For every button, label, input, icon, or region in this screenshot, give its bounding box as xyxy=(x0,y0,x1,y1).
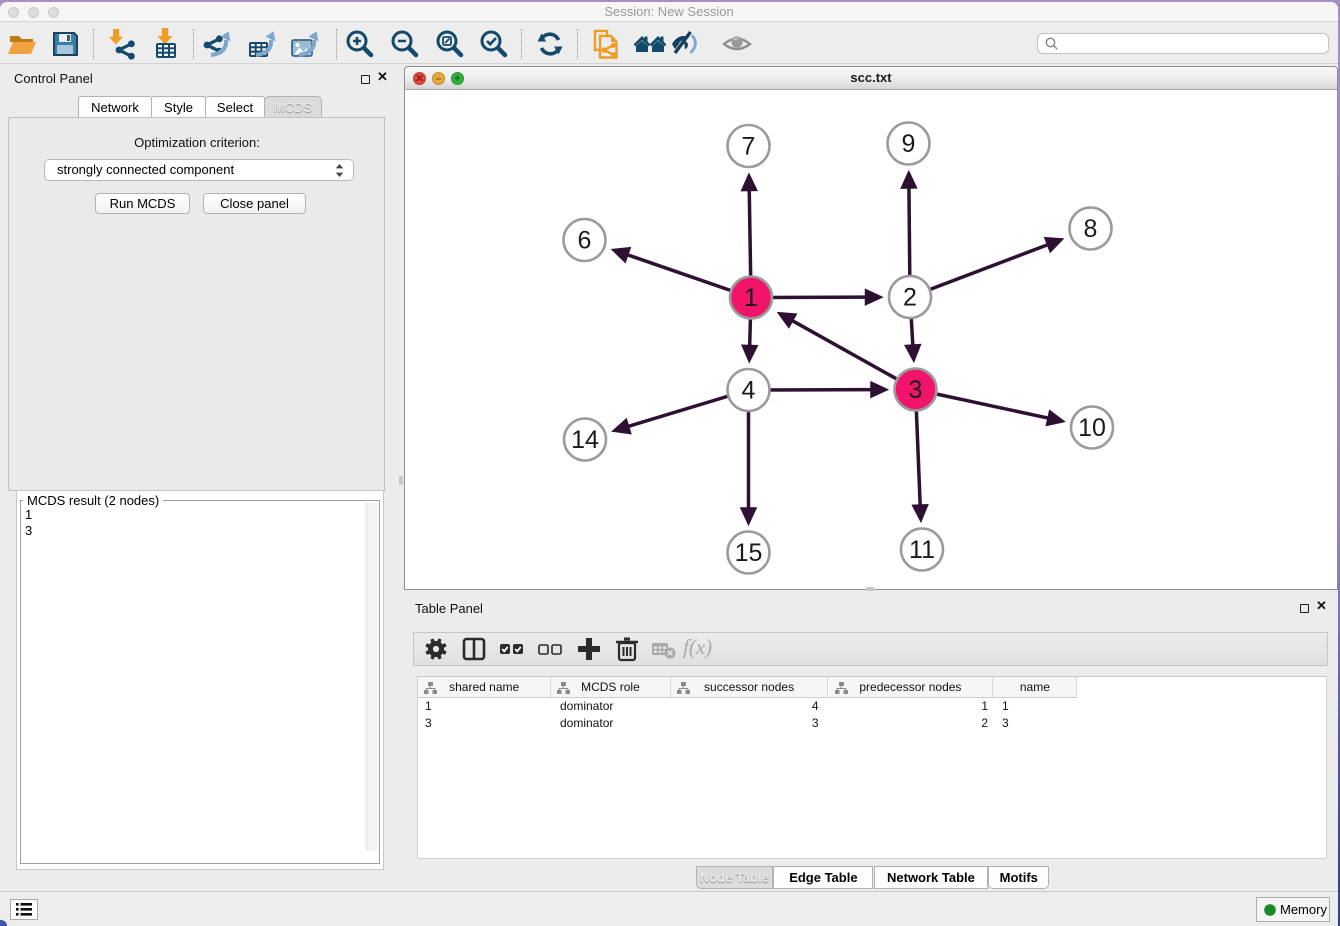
svg-text:3: 3 xyxy=(909,376,923,404)
svg-text:14: 14 xyxy=(571,426,599,454)
svg-text:2: 2 xyxy=(903,284,917,312)
svg-text:10: 10 xyxy=(1078,414,1106,442)
svg-text:11: 11 xyxy=(909,536,935,564)
svg-text:8: 8 xyxy=(1084,215,1098,243)
svg-text:9: 9 xyxy=(902,130,916,158)
svg-text:7: 7 xyxy=(742,133,756,161)
svg-text:15: 15 xyxy=(735,539,763,567)
svg-text:4: 4 xyxy=(742,377,756,405)
svg-text:6: 6 xyxy=(578,227,592,255)
svg-text:1: 1 xyxy=(744,284,758,312)
